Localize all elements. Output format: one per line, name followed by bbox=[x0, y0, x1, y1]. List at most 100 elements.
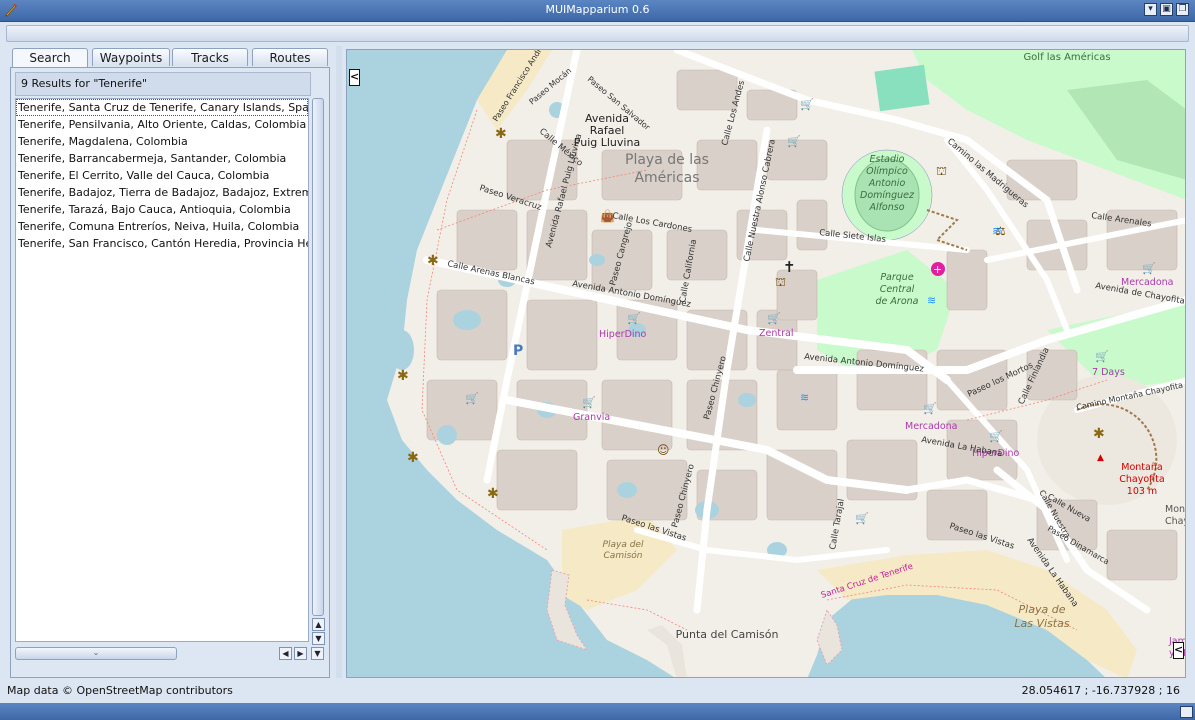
results-vertical-scrollbar[interactable]: ▲ ▼ bbox=[311, 98, 325, 645]
place-label: Puig Lluvina bbox=[574, 136, 640, 149]
maximize-icon: ▣ bbox=[1162, 4, 1171, 14]
arrow-up-icon: ▲ bbox=[315, 620, 322, 629]
district-label: Américas bbox=[634, 170, 699, 186]
attribution-text: Map data © OpenStreetMap contributors bbox=[7, 684, 233, 697]
shop-icon: 🛒 bbox=[989, 430, 1003, 443]
tab-search[interactable]: Search bbox=[12, 48, 88, 68]
place-label: Chay bbox=[1165, 516, 1186, 527]
result-item[interactable]: Tenerife, Magdalena, Colombia bbox=[16, 133, 308, 150]
scroll-up-button[interactable]: ▲ bbox=[312, 618, 325, 631]
tab-tracks[interactable]: Tracks bbox=[172, 48, 248, 66]
shop-icon: 🛒 bbox=[800, 98, 814, 111]
result-item[interactable]: Tenerife, San Francisco, Cantón Heredia,… bbox=[16, 235, 308, 252]
park-label: Parque bbox=[880, 272, 914, 283]
results-list[interactable]: Tenerife, Santa Cruz de Tenerife, Canary… bbox=[15, 98, 309, 642]
place-label: Mont bbox=[1165, 504, 1186, 515]
window-bottom-bar bbox=[0, 703, 1195, 720]
stadium-label: Estadio bbox=[870, 154, 905, 165]
coordinates-readout: 28.054617 ; -16.737928 ; 16 bbox=[1021, 684, 1180, 697]
stadium-label: Alfonso bbox=[868, 202, 904, 213]
shop-icon: 🛒 bbox=[767, 312, 781, 325]
shop-icon: 🛒 bbox=[923, 402, 937, 415]
stadium-label: Antonio bbox=[868, 178, 906, 189]
collapse-left-button[interactable]: < bbox=[349, 69, 360, 86]
palm-icon: ✱ bbox=[1093, 426, 1105, 442]
peak-label: 103 m bbox=[1127, 486, 1157, 497]
tab-routes[interactable]: Routes bbox=[252, 48, 328, 66]
result-item[interactable]: Tenerife, Barrancabermeja, Santander, Co… bbox=[16, 150, 308, 167]
title-bar: MUIMapparium 0.6 ▾ ▣ ❐ bbox=[0, 0, 1195, 22]
scroll-right-button[interactable]: ▶ bbox=[294, 647, 307, 660]
depth-button[interactable]: ❐ bbox=[1176, 3, 1189, 16]
theatre-icon: ☺ bbox=[657, 443, 670, 457]
museum-icon: ⛫ bbox=[775, 275, 786, 289]
result-item[interactable]: Tenerife, Comuna Entreríos, Neiva, Huila… bbox=[16, 218, 308, 235]
map-canvas[interactable]: 🛒 🛒 🛒 🛒 🛒 🛒 🛒 🛒 🛒 🛒 🛒 ✱ ✱ ✱ ✱ ✱ ✱ P ✝ + … bbox=[347, 50, 1186, 678]
pharmacy-cross-icon: + bbox=[933, 263, 942, 276]
toolbar-strip bbox=[6, 25, 1189, 42]
shop-icon: 🛒 bbox=[855, 512, 869, 525]
results-header: 9 Results for "Tenerife" bbox=[15, 72, 311, 96]
palm-icon: ✱ bbox=[397, 368, 409, 384]
peak-label: Montaña bbox=[1121, 462, 1162, 473]
swimming-icon: ≋ bbox=[992, 224, 1002, 238]
palm-icon: ✱ bbox=[427, 253, 439, 269]
search-pane: 9 Results for "Tenerife" Tenerife, Santa… bbox=[10, 67, 330, 678]
parking-icon: P bbox=[513, 343, 523, 359]
zoom-button[interactable]: ▣ bbox=[1160, 3, 1173, 16]
stadium-label: Olímpico bbox=[866, 166, 908, 177]
result-item[interactable]: Tenerife, Pensilvania, Alto Oriente, Cal… bbox=[16, 116, 308, 133]
arrow-left-icon: ◀ bbox=[282, 649, 289, 658]
palm-icon: ✱ bbox=[487, 486, 499, 502]
shop-icon: 🛒 bbox=[1095, 350, 1109, 363]
iconify-button[interactable]: ▾ bbox=[1144, 3, 1157, 16]
window-title: MUIMapparium 0.6 bbox=[545, 3, 650, 16]
park-label: de Arona bbox=[876, 296, 919, 307]
panel-splitter[interactable] bbox=[336, 46, 342, 678]
result-item[interactable]: Tenerife, El Cerrito, Valle del Cauca, C… bbox=[16, 167, 308, 184]
scroll-down-button-2[interactable]: ▼ bbox=[311, 647, 324, 660]
scroll-down-button[interactable]: ▼ bbox=[312, 632, 325, 645]
sports-pitch bbox=[874, 64, 930, 112]
place-label: Punta del Camisón bbox=[676, 628, 779, 641]
beach-label: Camisón bbox=[604, 550, 643, 561]
palm-icon: ✱ bbox=[495, 126, 507, 142]
shop-icon: 🛒 bbox=[1142, 262, 1156, 275]
side-panel: Search Waypoints Tracks Routes 9 Results… bbox=[8, 46, 332, 678]
horizontal-scroll-thumb[interactable]: ⌄ bbox=[15, 647, 177, 660]
tab-waypoints[interactable]: Waypoints bbox=[92, 48, 170, 66]
results-horizontal-scrollbar[interactable]: ⌄ bbox=[15, 646, 277, 660]
arrow-right-icon: ▶ bbox=[297, 649, 304, 658]
shop-label: 7 Days bbox=[1092, 367, 1125, 378]
swimming-icon: ≋ bbox=[800, 391, 809, 404]
result-item[interactable]: Tenerife, Santa Cruz de Tenerife, Canary… bbox=[16, 99, 308, 116]
chevron-left-icon: < bbox=[1174, 643, 1184, 656]
resize-grip[interactable] bbox=[1180, 706, 1193, 718]
beach-label: Las Vistas bbox=[1014, 617, 1069, 630]
swimming-icon: ≋ bbox=[927, 294, 936, 307]
collapse-right-button[interactable]: < bbox=[1173, 642, 1184, 659]
arrow-down-icon: ▼ bbox=[315, 634, 322, 643]
depth-icon: ❐ bbox=[1178, 4, 1187, 14]
district-label: Playa de las bbox=[625, 152, 709, 168]
peak-icon: ▲ bbox=[1097, 453, 1104, 463]
scroll-left-button[interactable]: ◀ bbox=[279, 647, 292, 660]
church-icon: ✝ bbox=[783, 258, 796, 276]
stadium-label: Domínguez bbox=[860, 190, 915, 201]
chevron-left-icon: < bbox=[350, 70, 360, 83]
shop-label: Zentral bbox=[759, 328, 793, 339]
map-view[interactable]: 🛒 🛒 🛒 🛒 🛒 🛒 🛒 🛒 🛒 🛒 🛒 ✱ ✱ ✱ ✱ ✱ ✱ P ✝ + … bbox=[346, 49, 1186, 678]
arrow-down-icon: ▼ bbox=[314, 649, 321, 658]
beach-label: Playa del bbox=[603, 540, 644, 550]
result-item[interactable]: Tenerife, Tarazá, Bajo Cauca, Antioquia,… bbox=[16, 201, 308, 218]
result-item[interactable]: Tenerife, Badajoz, Tierra de Badajoz, Ba… bbox=[16, 184, 308, 201]
palm-icon: ✱ bbox=[407, 450, 419, 466]
grip-icon: ⌄ bbox=[92, 648, 100, 657]
shop-icon: 🛒 bbox=[787, 135, 801, 148]
golf-label: Golf las Américas bbox=[1023, 51, 1110, 63]
shop-label: Mercadona bbox=[1121, 277, 1173, 288]
vertical-scroll-thumb[interactable] bbox=[312, 98, 324, 616]
beach-label: Playa de bbox=[1019, 603, 1066, 616]
building-icon: ⛫ bbox=[936, 164, 947, 178]
shop-label: HiperDino bbox=[599, 329, 647, 340]
